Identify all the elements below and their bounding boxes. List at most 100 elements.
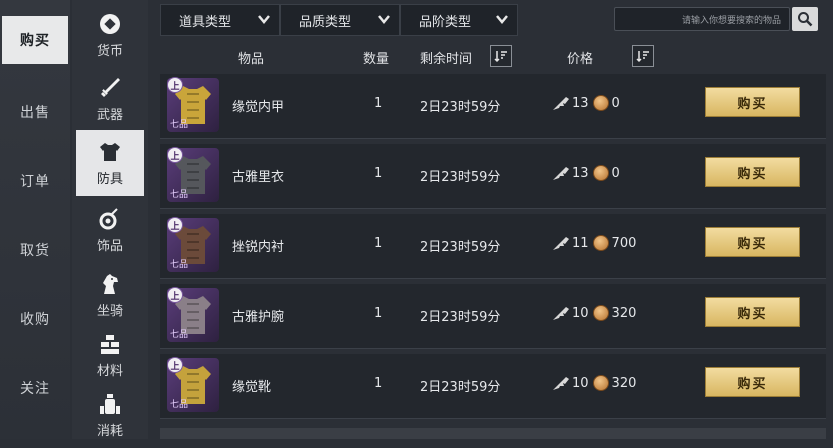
price-primary: 10 (572, 375, 589, 391)
header-item: 物品 (238, 52, 265, 67)
sort-price-button[interactable] (632, 45, 654, 67)
coin-icon (592, 305, 609, 321)
item-thumbnail[interactable]: 上 七品 (167, 147, 219, 202)
item-thumbnail[interactable]: 上 七品 (167, 77, 219, 132)
armor-icon (97, 139, 123, 165)
grade-label: 七品 (170, 400, 189, 410)
sort-time-button[interactable] (490, 45, 512, 67)
buy-button[interactable]: 购买 (705, 227, 800, 257)
grade-label: 七品 (170, 330, 189, 340)
item-time-left: 2日23时59分 (420, 310, 501, 325)
item-thumbnail[interactable]: 上 七品 (167, 217, 219, 272)
price-primary: 13 (572, 165, 589, 181)
table-row[interactable]: 上 七品 挫锐内衬 1 2日23时59分 11 700 购买 (160, 214, 826, 279)
item-time-left: 2日23时59分 (420, 170, 501, 185)
item-type-dropdown[interactable]: 道具类型 (160, 4, 280, 36)
dropdown-label: 品质类型 (299, 14, 352, 30)
feather-currency-icon (553, 167, 569, 180)
feather-currency-icon (553, 377, 569, 390)
buy-button[interactable]: 购买 (705, 87, 800, 117)
category-materials[interactable]: 材料 (72, 322, 148, 388)
chevron-down-icon (378, 15, 390, 24)
nav-watchlist[interactable]: 关注 (0, 362, 70, 414)
item-time-left: 2日23时59分 (420, 100, 501, 115)
sword-icon (97, 75, 123, 101)
price-secondary: 320 (611, 375, 637, 391)
item-price: 10 320 (552, 305, 636, 321)
dropdown-label: 道具类型 (179, 14, 232, 30)
search-input[interactable]: 请输入你想要搜索的物品 (614, 7, 790, 31)
item-price: 11 700 (552, 235, 636, 251)
coin-icon (592, 235, 609, 251)
coin-icon (592, 375, 609, 391)
price-secondary: 0 (611, 165, 620, 181)
item-quantity: 1 (374, 376, 383, 391)
table-row[interactable]: 上 七品 缘觉靴 1 2日23时59分 10 320 购买 (160, 354, 826, 419)
chevron-down-icon (496, 15, 508, 24)
price-secondary: 700 (611, 235, 637, 251)
header-price: 价格 (567, 52, 594, 67)
price-primary: 13 (572, 95, 589, 111)
coin-icon (592, 165, 609, 181)
search-button[interactable] (792, 7, 818, 31)
currency-icon (97, 11, 123, 37)
feather-currency-icon (553, 307, 569, 320)
item-price: 13 0 (552, 165, 620, 181)
quality-type-dropdown[interactable]: 品质类型 (280, 4, 400, 36)
price-secondary: 320 (611, 305, 637, 321)
item-name: 古雅里衣 (232, 170, 285, 185)
filter-bar: 道具类型 品质类型 品阶类型 请输入你想要搜索的物品 (160, 4, 826, 36)
tier-badge: 上 (167, 147, 183, 163)
tier-badge: 上 (167, 287, 183, 303)
tier-badge: 上 (167, 77, 183, 93)
category-nav: 货币 武器 防具 饰品 坐骑 材料 消耗 (72, 0, 148, 439)
item-price: 10 320 (552, 375, 636, 391)
category-currency[interactable]: 货币 (72, 2, 148, 68)
nav-sell[interactable]: 出售 (0, 86, 70, 138)
buy-button[interactable]: 购买 (705, 157, 800, 187)
tier-badge: 上 (167, 217, 183, 233)
price-primary: 11 (572, 235, 589, 251)
category-mount[interactable]: 坐骑 (72, 262, 148, 328)
item-quantity: 1 (374, 96, 383, 111)
item-quantity: 1 (374, 236, 383, 251)
category-accessory[interactable]: 饰品 (72, 197, 148, 263)
coin-icon (592, 95, 609, 111)
category-consumable[interactable]: 消耗 (72, 382, 148, 448)
nav-purchase-request[interactable]: 收购 (0, 293, 70, 345)
accessory-icon (97, 206, 123, 232)
nav-pickup[interactable]: 取货 (0, 224, 70, 276)
chevron-down-icon (258, 15, 270, 24)
item-name: 缘觉内甲 (232, 100, 285, 115)
category-label: 消耗 (96, 424, 123, 439)
item-thumbnail[interactable]: 上 七品 (167, 287, 219, 342)
category-label: 货币 (96, 44, 123, 59)
item-quantity: 1 (374, 166, 383, 181)
tier-type-dropdown[interactable]: 品阶类型 (400, 4, 518, 36)
price-primary: 10 (572, 305, 589, 321)
category-label: 防具 (96, 172, 123, 187)
buy-button[interactable]: 购买 (705, 367, 800, 397)
grade-label: 七品 (170, 260, 189, 270)
item-name: 古雅护腕 (232, 310, 285, 325)
table-header: 物品 数量 剩余时间 价格 (160, 44, 826, 70)
item-name: 挫锐内衬 (232, 240, 285, 255)
materials-icon (97, 331, 123, 357)
buy-button[interactable]: 购买 (705, 297, 800, 327)
item-time-left: 2日23时59分 (420, 240, 501, 255)
nav-orders[interactable]: 订单 (0, 155, 70, 207)
table-row[interactable]: 上 七品 古雅护腕 1 2日23时59分 10 320 购买 (160, 284, 826, 349)
category-label: 材料 (96, 364, 123, 379)
search-icon (798, 12, 813, 27)
item-thumbnail[interactable]: 上 七品 (167, 357, 219, 412)
feather-currency-icon (553, 237, 569, 250)
table-row[interactable]: 上 七品 古雅里衣 1 2日23时59分 13 0 购买 (160, 144, 826, 209)
item-price: 13 0 (552, 95, 620, 111)
pagination-bar (160, 428, 826, 439)
nav-buy[interactable]: 购买 (2, 16, 68, 64)
category-weapon[interactable]: 武器 (72, 66, 148, 132)
table-row[interactable]: 上 七品 缘觉内甲 1 2日23时59分 13 0 购买 (160, 74, 826, 139)
grade-label: 七品 (170, 120, 189, 130)
header-quantity: 数量 (363, 52, 390, 67)
category-armor[interactable]: 防具 (76, 130, 144, 196)
